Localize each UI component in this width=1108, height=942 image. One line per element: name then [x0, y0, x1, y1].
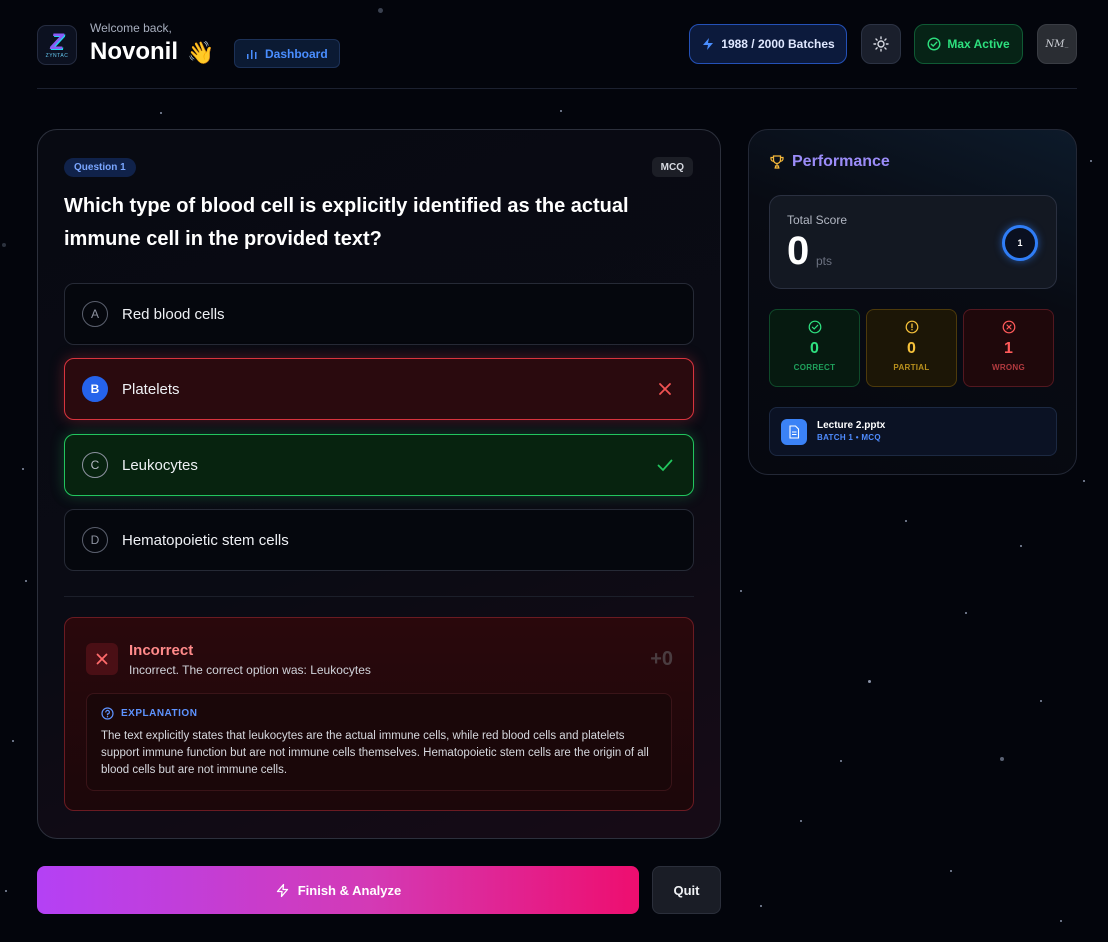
lightning-icon: [276, 883, 288, 897]
wave-emoji: 👋: [187, 40, 215, 65]
score-value: 0: [787, 229, 810, 273]
option-text: Leukocytes: [122, 456, 198, 474]
total-score-card: Total Score 0 pts 1: [769, 195, 1057, 289]
file-name: Lecture 2.pptx: [817, 420, 886, 431]
performance-panel: Performance Total Score 0 pts 1 0 CORREC…: [748, 129, 1077, 475]
explanation-box: EXPLANATION The text explicitly states t…: [86, 693, 672, 791]
user-avatar[interactable]: NM —: [1037, 24, 1077, 64]
option-c[interactable]: C Leukocytes: [64, 434, 694, 496]
question-number-badge: Question 1: [64, 158, 136, 177]
wrong-count: 1: [1004, 340, 1013, 357]
file-meta: BATCH 1 • MCQ: [817, 433, 881, 442]
wrong-label: WRONG: [991, 363, 1026, 372]
avatar-initials: NM: [1045, 38, 1065, 50]
check-icon: [657, 459, 673, 472]
feedback-title: Incorrect: [129, 642, 194, 659]
batches-button[interactable]: 1988 / 2000 Batches: [689, 24, 847, 64]
explanation-label: EXPLANATION: [121, 708, 198, 719]
question-card: Question 1 MCQ Which type of blood cell …: [37, 129, 721, 839]
welcome-text: Welcome back,: [90, 21, 172, 35]
option-letter: C: [82, 452, 108, 478]
alert-circle-icon: [905, 320, 918, 334]
question-type-badge: MCQ: [651, 157, 693, 177]
source-file-card[interactable]: Lecture 2.pptx BATCH 1 • MCQ: [769, 407, 1057, 456]
sun-icon: [873, 36, 889, 52]
finish-analyze-button[interactable]: Finish & Analyze: [37, 866, 639, 914]
help-circle-icon: [101, 707, 114, 720]
progress-ring: 1: [1002, 225, 1038, 261]
dashboard-button[interactable]: Dashboard: [234, 39, 340, 68]
partial-count: 0: [907, 340, 916, 357]
option-text: Hematopoietic stem cells: [122, 531, 289, 549]
header-divider: [37, 88, 1077, 89]
logo-text: ZYNTAC: [45, 52, 69, 59]
card-divider: [64, 596, 694, 597]
feedback-panel: Incorrect Incorrect. The correct option …: [64, 617, 694, 811]
partial-label: PARTIAL: [893, 363, 930, 372]
check-circle-icon: [808, 320, 821, 334]
option-b[interactable]: B Platelets: [64, 358, 694, 420]
theme-toggle-button[interactable]: [861, 24, 901, 64]
max-active-label: Max Active: [947, 37, 1010, 51]
top-header: Z ZYNTAC Welcome back, Novonil 👋 Dashboa…: [37, 18, 1077, 88]
check-circle-icon: [927, 37, 941, 51]
x-icon: [96, 653, 108, 665]
lightning-icon: [703, 38, 714, 50]
dashboard-label: Dashboard: [265, 46, 328, 61]
option-text: Red blood cells: [122, 305, 225, 323]
correct-stat: 0 CORRECT: [769, 309, 860, 387]
explanation-text: The text explicitly states that leukocyt…: [101, 730, 649, 776]
score-unit: pts: [816, 254, 833, 268]
app-logo[interactable]: Z ZYNTAC: [37, 25, 77, 65]
finish-label: Finish & Analyze: [297, 882, 402, 898]
file-icon: [781, 419, 807, 445]
option-letter: B: [82, 376, 108, 402]
correct-label: CORRECT: [793, 363, 836, 372]
option-letter: D: [82, 527, 108, 553]
bar-chart-icon: [247, 49, 257, 59]
score-label: Total Score: [787, 213, 848, 227]
question-text: Which type of blood cell is explicitly i…: [64, 195, 629, 250]
performance-title: Performance: [792, 153, 890, 170]
option-letter: A: [82, 301, 108, 327]
option-text: Platelets: [122, 380, 180, 398]
x-icon: [659, 383, 671, 395]
correct-count: 0: [810, 340, 819, 357]
batches-label: 1988 / 2000 Batches: [721, 37, 835, 51]
max-active-badge[interactable]: Max Active: [914, 24, 1023, 64]
incorrect-badge: [86, 643, 118, 675]
wrong-stat: 1 WRONG: [963, 309, 1054, 387]
x-circle-icon: [1002, 320, 1015, 334]
quit-button[interactable]: Quit: [652, 866, 721, 914]
partial-stat: 0 PARTIAL: [866, 309, 957, 387]
option-d[interactable]: D Hematopoietic stem cells: [64, 509, 694, 571]
trophy-icon: [770, 155, 784, 169]
feedback-subtitle: Incorrect. The correct option was: Leuko…: [129, 663, 371, 677]
option-a[interactable]: A Red blood cells: [64, 283, 694, 345]
points-earned: +0: [650, 648, 673, 670]
username: Novonil: [90, 38, 178, 65]
